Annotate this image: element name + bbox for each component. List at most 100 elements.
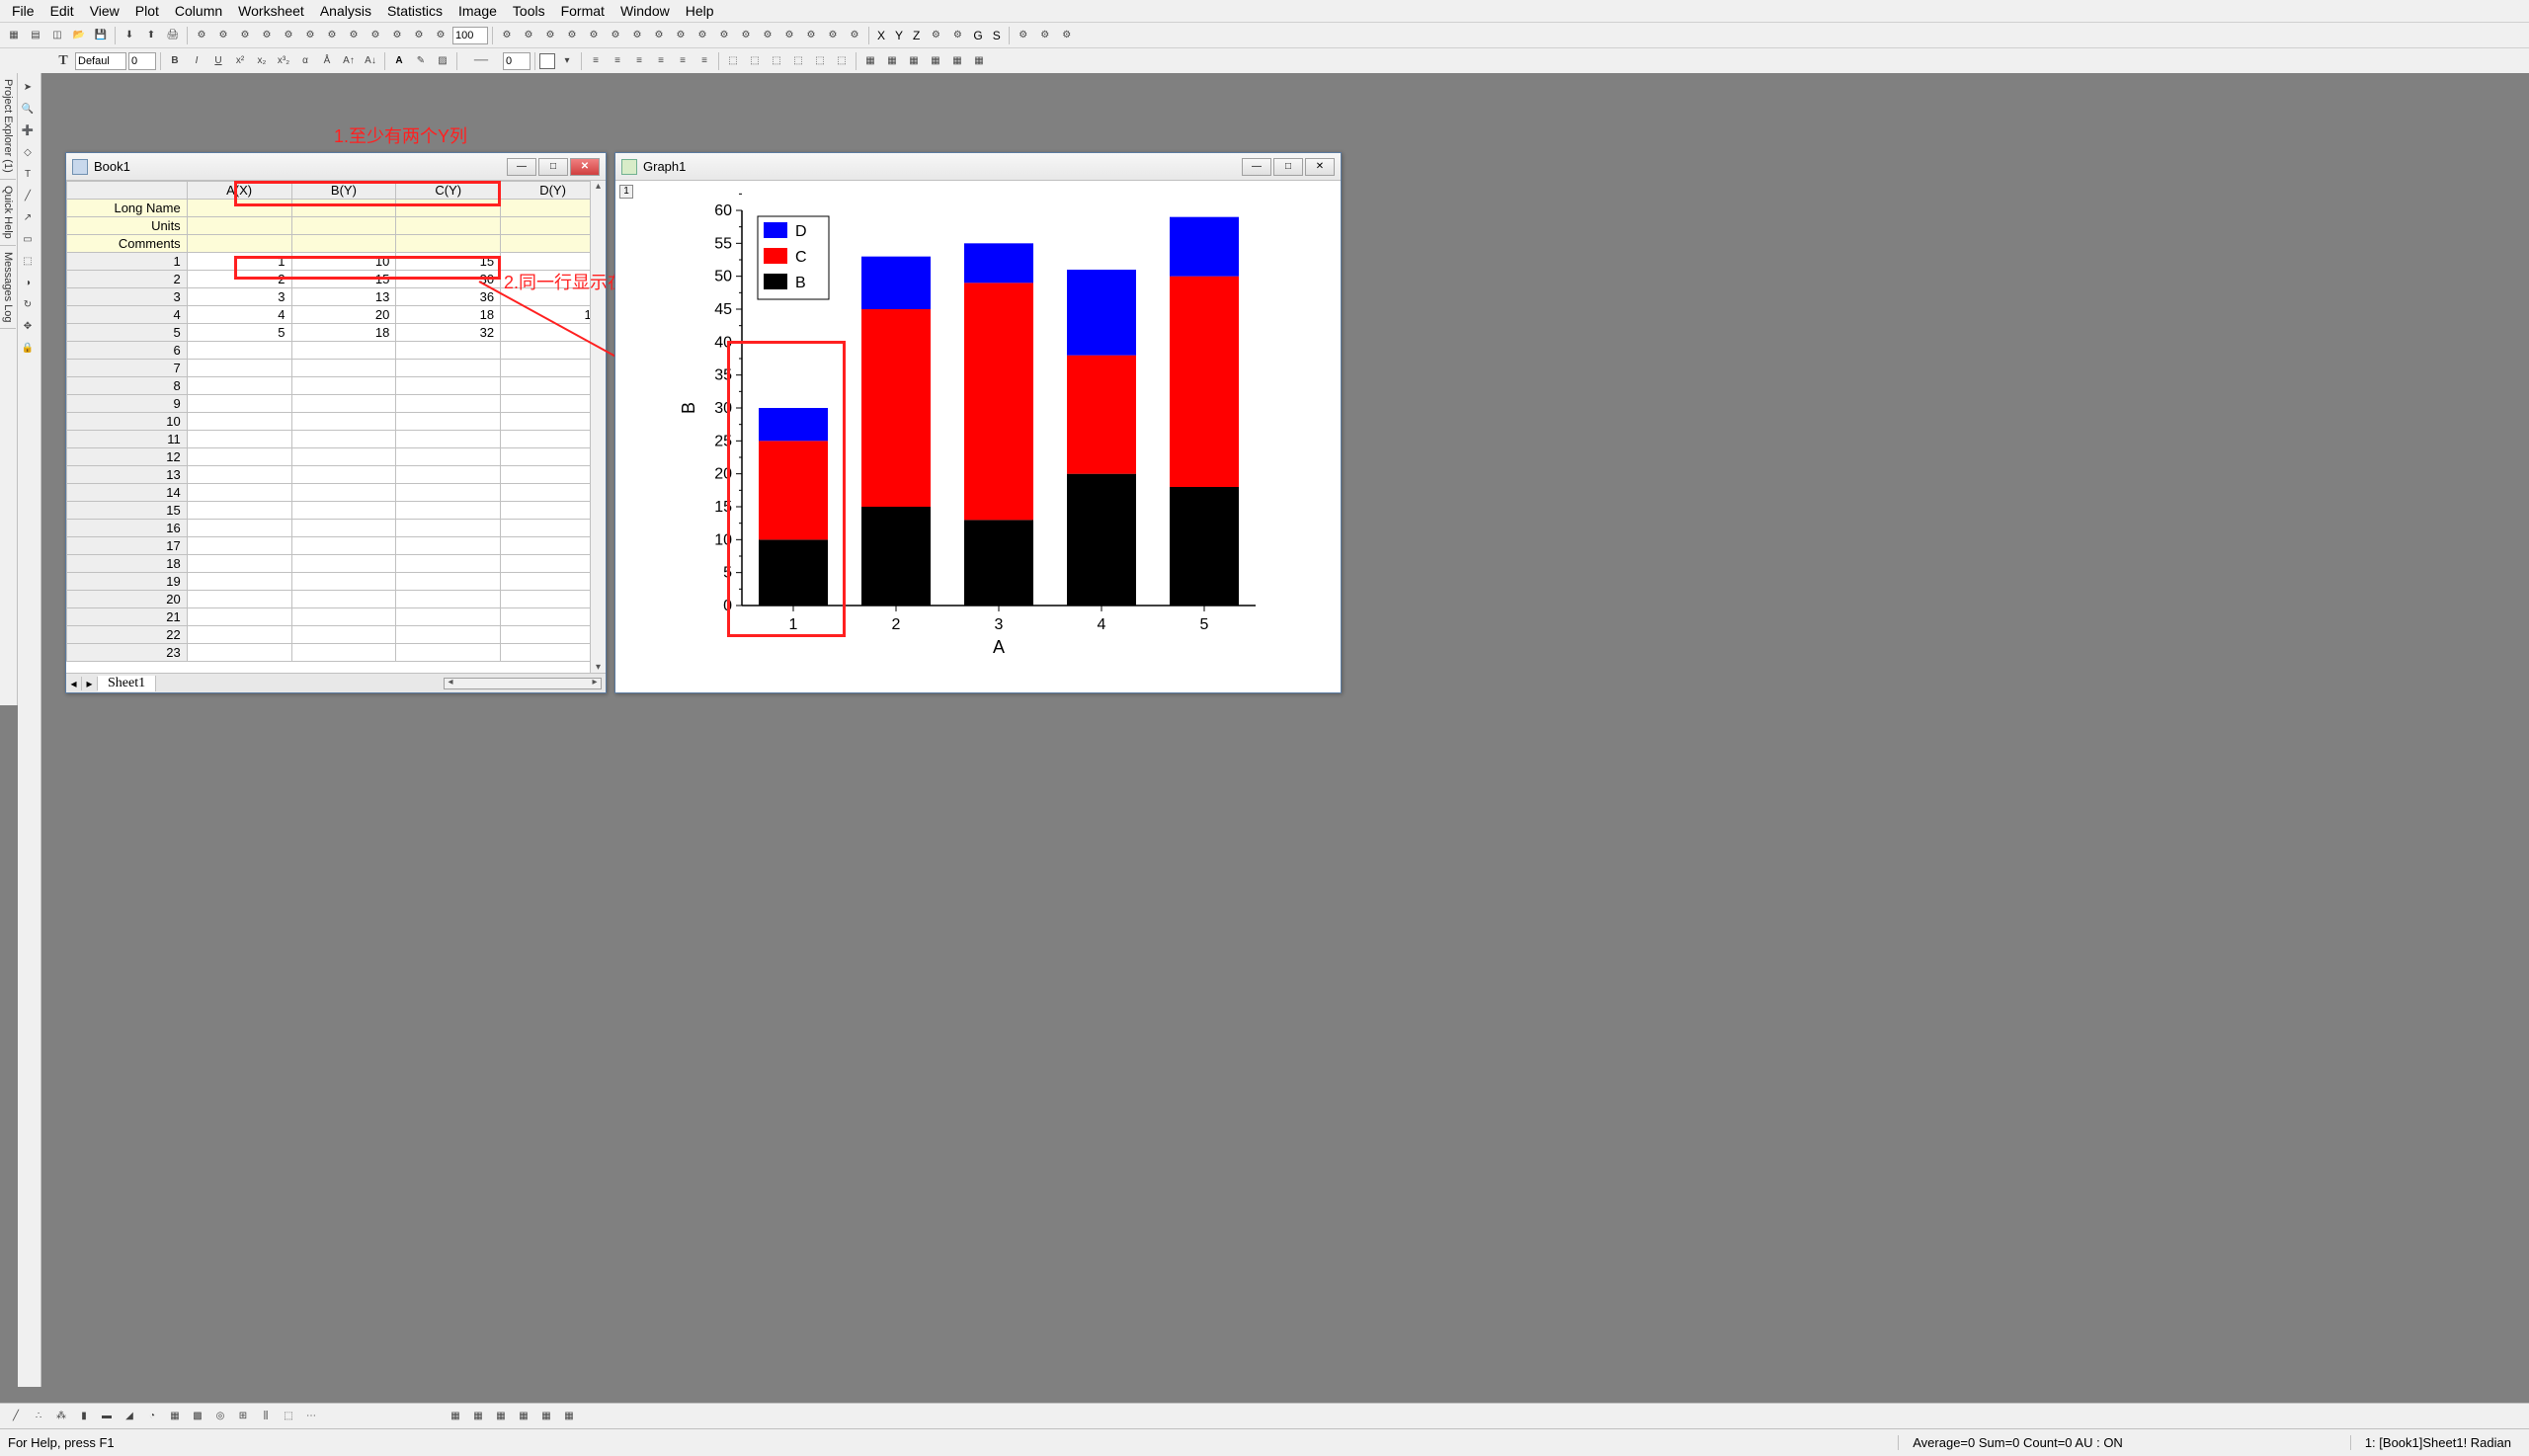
cell[interactable]: [291, 235, 396, 253]
plot-contour-icon[interactable]: ◎: [210, 1407, 230, 1426]
pan-icon[interactable]: ✥: [18, 316, 38, 336]
column-header[interactable]: B(Y): [291, 182, 396, 200]
menu-item-window[interactable]: Window: [612, 1, 678, 21]
tool-icon[interactable]: ⚙: [387, 26, 407, 45]
sheet-nav-first[interactable]: ◂: [66, 677, 82, 690]
layer-icon[interactable]: ▦: [860, 51, 880, 71]
fill-color-icon[interactable]: ▨: [433, 51, 452, 71]
tool-icon[interactable]: ⚙: [213, 26, 233, 45]
tool-icon[interactable]: ⚙: [627, 26, 647, 45]
cell[interactable]: [187, 431, 291, 448]
row-header[interactable]: 18: [67, 555, 188, 573]
graph1-titlebar[interactable]: Graph1 ✕: [615, 153, 1341, 181]
align-icon[interactable]: ≡: [673, 51, 693, 71]
cell[interactable]: [187, 377, 291, 395]
cell[interactable]: 15: [291, 271, 396, 288]
tool-icon[interactable]: ⚙: [540, 26, 560, 45]
tool-icon[interactable]: ⚙: [649, 26, 669, 45]
tool-icon[interactable]: ⚙: [279, 26, 298, 45]
mask-tool-icon[interactable]: ▦: [536, 1407, 556, 1426]
cell[interactable]: [187, 395, 291, 413]
tool-icon[interactable]: ⚙: [693, 26, 712, 45]
row-header[interactable]: 1: [67, 253, 188, 271]
cell[interactable]: [291, 466, 396, 484]
mask-tool-icon[interactable]: ▦: [468, 1407, 488, 1426]
group-icon[interactable]: ⬚: [767, 51, 786, 71]
tool-icon[interactable]: ⚙: [758, 26, 777, 45]
menu-item-plot[interactable]: Plot: [127, 1, 167, 21]
cell[interactable]: [187, 502, 291, 520]
menu-item-analysis[interactable]: Analysis: [312, 1, 379, 21]
tool-icon[interactable]: ⚙: [235, 26, 255, 45]
pointer-icon[interactable]: ➤: [18, 77, 38, 97]
supsub-icon[interactable]: x³₂: [274, 51, 293, 71]
row-header[interactable]: 8: [67, 377, 188, 395]
cell[interactable]: [396, 466, 501, 484]
cell[interactable]: [291, 555, 396, 573]
cell[interactable]: [396, 448, 501, 466]
menu-item-file[interactable]: File: [4, 1, 42, 21]
horizontal-scrollbar[interactable]: [156, 678, 606, 689]
row-header[interactable]: 3: [67, 288, 188, 306]
rotate-icon[interactable]: ↻: [18, 294, 38, 314]
row-header[interactable]: Comments: [67, 235, 188, 253]
layer-icon[interactable]: ▦: [904, 51, 924, 71]
row-header[interactable]: 9: [67, 395, 188, 413]
line-color-icon[interactable]: ✎: [411, 51, 431, 71]
arrow-icon[interactable]: ↗: [18, 207, 38, 227]
group-icon[interactable]: ⬚: [723, 51, 743, 71]
row-header[interactable]: 20: [67, 591, 188, 608]
cell[interactable]: [187, 484, 291, 502]
row-header[interactable]: 5: [67, 324, 188, 342]
cell[interactable]: [291, 573, 396, 591]
cell[interactable]: [187, 217, 291, 235]
cell[interactable]: [396, 484, 501, 502]
plot-template-icon[interactable]: ⬚: [279, 1407, 298, 1426]
tool-icon[interactable]: ⚙: [322, 26, 342, 45]
column-header[interactable]: C(Y): [396, 182, 501, 200]
line-icon[interactable]: ╱: [18, 186, 38, 205]
plot-line-icon[interactable]: ╱: [6, 1407, 26, 1426]
cell[interactable]: [396, 608, 501, 626]
row-header[interactable]: 11: [67, 431, 188, 448]
tool-icon[interactable]: ⚙: [1014, 26, 1033, 45]
subscript-icon[interactable]: x₂: [252, 51, 272, 71]
maximize-button[interactable]: [1273, 158, 1303, 176]
sheet-nav-prev[interactable]: ▸: [82, 677, 98, 690]
cell[interactable]: [396, 360, 501, 377]
tool-icon[interactable]: ⚙: [584, 26, 604, 45]
new-project-icon[interactable]: ▦: [4, 26, 24, 45]
cell[interactable]: [396, 520, 501, 537]
row-header[interactable]: 15: [67, 502, 188, 520]
tool-icon[interactable]: ⚙: [671, 26, 691, 45]
layer-icon[interactable]: ▦: [926, 51, 945, 71]
menu-item-edit[interactable]: Edit: [42, 1, 82, 21]
tool-icon[interactable]: ⚙: [497, 26, 517, 45]
sheet-tab[interactable]: Sheet1: [98, 676, 156, 691]
graph-canvas[interactable]: 1 05101520253035404550556012345ABDCB: [615, 181, 1341, 692]
dropdown-icon[interactable]: ▾: [557, 51, 577, 71]
cell[interactable]: 13: [291, 288, 396, 306]
plot-more-icon[interactable]: ⋯: [301, 1407, 321, 1426]
align-icon[interactable]: ≡: [586, 51, 606, 71]
print-icon[interactable]: 🖨: [163, 26, 183, 45]
tool-icon[interactable]: ⚙: [947, 26, 967, 45]
book1-titlebar[interactable]: Book1: [66, 153, 606, 181]
cell[interactable]: [291, 484, 396, 502]
align-icon[interactable]: ≡: [651, 51, 671, 71]
close-button[interactable]: ✕: [1305, 158, 1335, 176]
plot-scatter-icon[interactable]: ∴: [29, 1407, 48, 1426]
export-icon[interactable]: ⬆: [141, 26, 161, 45]
tool-icon[interactable]: ⚙: [926, 26, 945, 45]
plot-linescatter-icon[interactable]: ⁂: [51, 1407, 71, 1426]
cell[interactable]: [396, 377, 501, 395]
cell[interactable]: [291, 448, 396, 466]
region-icon[interactable]: ⬚: [18, 251, 38, 271]
tool-icon[interactable]: ⚙: [344, 26, 364, 45]
cell[interactable]: 4: [187, 306, 291, 324]
column-header[interactable]: A(X): [187, 182, 291, 200]
tool-icon[interactable]: ⚙: [606, 26, 625, 45]
tool-icon[interactable]: ⚙: [714, 26, 734, 45]
cell[interactable]: [291, 626, 396, 644]
tool-icon[interactable]: ⚙: [823, 26, 843, 45]
